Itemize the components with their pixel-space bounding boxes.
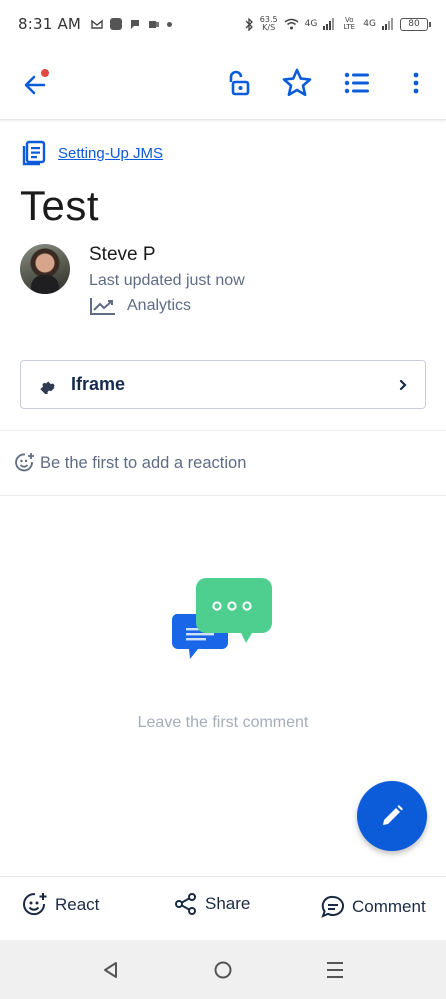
nav-back-icon[interactable] <box>101 960 121 980</box>
more-vertical-icon <box>413 72 419 94</box>
bottom-action-bar: React Share Comment <box>0 876 446 940</box>
wifi-icon <box>284 18 299 30</box>
share-icon <box>175 893 196 915</box>
avatar[interactable] <box>20 244 70 294</box>
author-block: Steve P Last updated just now Analytics <box>20 244 245 316</box>
more-notifications-dot <box>167 21 173 27</box>
last-updated: Last updated just now <box>89 272 245 289</box>
back-button[interactable] <box>20 69 50 100</box>
restrictions-button[interactable] <box>220 66 254 100</box>
comment-label: Comment <box>352 897 426 916</box>
nav-menu-icon[interactable] <box>325 960 345 980</box>
star-icon <box>282 68 312 97</box>
react-label: React <box>55 895 100 914</box>
more-options-button[interactable] <box>399 66 433 100</box>
iframe-macro[interactable]: Iframe <box>20 360 426 409</box>
network-speed: 63.5 K/S <box>260 16 278 32</box>
teams-icon <box>149 21 160 28</box>
comment-button[interactable]: Comment <box>321 895 426 919</box>
share-button[interactable]: Share <box>174 892 250 916</box>
favorite-button[interactable] <box>280 66 314 100</box>
analytics-label: Analytics <box>127 297 192 314</box>
app-bar <box>0 48 446 120</box>
volte-label: Vo LTE <box>343 16 356 31</box>
add-reaction-button[interactable]: Be the first to add a reaction <box>14 452 246 474</box>
react-button[interactable]: React <box>22 892 99 918</box>
network-type-2: 4G <box>363 19 376 29</box>
comment-icon <box>321 895 344 918</box>
author-info: Steve P Last updated just now Analytics <box>89 244 245 316</box>
divider <box>0 495 446 496</box>
iframe-macro-label: Iframe <box>71 374 126 394</box>
page-title: Test <box>20 182 100 229</box>
gmail-icon <box>91 19 103 29</box>
network-type-1: 4G <box>304 19 318 29</box>
battery-indicator: 80 <box>400 17 431 31</box>
signal-icon-2 <box>382 18 393 30</box>
pencil-icon <box>383 805 403 825</box>
chevron-right-icon <box>399 379 407 390</box>
list-icon <box>344 72 369 94</box>
analytics-icon <box>90 298 115 315</box>
breadcrumb-parent-link[interactable]: Setting-Up JMS <box>58 145 163 162</box>
status-time: 8:31 AM <box>18 15 82 33</box>
status-notification-icons <box>91 18 173 30</box>
divider <box>0 430 446 431</box>
comments-illustration <box>171 578 272 659</box>
notification-dot <box>41 69 49 77</box>
share-label: Share <box>205 894 251 913</box>
table-of-contents-button[interactable] <box>340 66 374 100</box>
edit-page-button[interactable] <box>357 781 427 851</box>
breadcrumb: Setting-Up JMS <box>22 140 163 166</box>
system-nav-bar <box>0 940 446 999</box>
nav-home-icon[interactable] <box>213 960 233 980</box>
analytics-link[interactable]: Analytics <box>89 296 245 316</box>
puzzle-icon <box>40 380 55 394</box>
speed-unit: K/S <box>262 23 276 32</box>
status-right: 63.5 K/S 4G Vo LTE 4G 80 <box>244 16 431 32</box>
reaction-smiley-icon <box>23 893 47 916</box>
author-name[interactable]: Steve P <box>89 244 245 266</box>
status-bar: 8:31 AM 63.5 K/S 4G Vo LTE 4G 80 <box>0 0 446 48</box>
add-reaction-icon <box>15 453 34 472</box>
reaction-prompt: Be the first to add a reaction <box>40 453 247 472</box>
page-tree-icon <box>22 140 46 166</box>
bluetooth-icon <box>245 17 253 31</box>
app-icon <box>110 18 123 30</box>
chat-icon <box>131 20 140 29</box>
empty-comments-text: Leave the first comment <box>137 714 309 731</box>
unlock-icon <box>229 70 250 96</box>
signal-icon-1 <box>323 18 335 30</box>
